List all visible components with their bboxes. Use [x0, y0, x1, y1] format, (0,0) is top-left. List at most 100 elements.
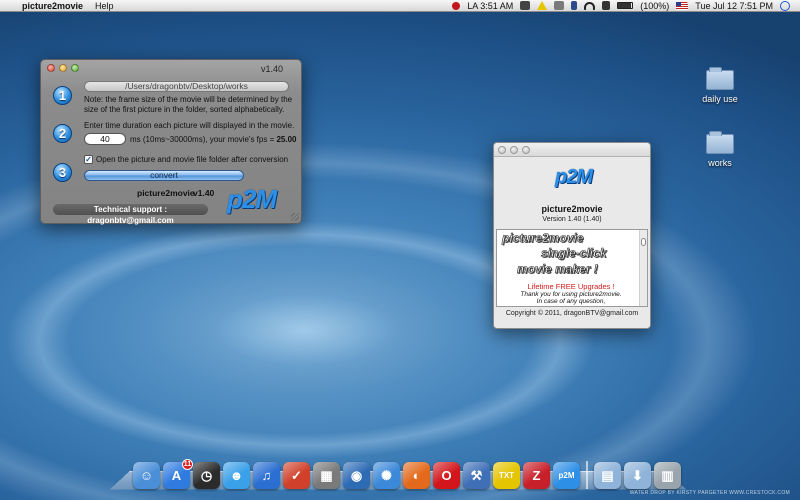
resize-grip-icon[interactable] [291, 213, 299, 221]
main-window: v1.40 1 2 3 /Users/dragonbtv/Desktop/wor… [40, 59, 302, 225]
warning-icon[interactable] [537, 1, 548, 10]
dock-glyph: ▤ [601, 467, 614, 483]
dock-glyph: p2M [558, 471, 575, 480]
dock: ☺ A 11 ◷ ☻ ♫ ✓ ▦ ◉ ✺ ◐ O ⚒ TXT Zp2M ▤ ⬇ ▥ [133, 459, 681, 489]
step-1-icon: 1 [53, 86, 72, 105]
globe-icon[interactable]: ◉ [343, 462, 370, 489]
menu-clock[interactable]: Tue Jul 12 7:51 PM [695, 0, 773, 12]
notification-badge: 11 [182, 459, 193, 470]
copyright-text: Copyright © 2011, dragonBTV@gmail.com [505, 310, 639, 317]
menu-app-name[interactable]: picture2movie [22, 0, 83, 12]
about-credits-box[interactable]: picture2movie single-click movie maker !… [496, 229, 648, 307]
folder-path-field[interactable]: /Users/dragonbtv/Desktop/works [84, 81, 289, 92]
time-machine-icon[interactable] [554, 1, 565, 10]
dock-glyph: ▦ [320, 467, 333, 483]
txt-icon[interactable]: TXT [493, 462, 520, 489]
battery-icon[interactable] [617, 2, 634, 9]
scrollbar-thumb[interactable] [641, 238, 646, 246]
wallpaper-credit: WATER DROP BY KIRSTY PARGETER WWW.CRESTO… [629, 490, 790, 496]
fps-value: 25.00 [276, 135, 297, 144]
compass-icon[interactable]: ✺ [373, 462, 400, 489]
dock-glyph: ⚒ [470, 467, 483, 483]
photo-icon[interactable]: ▦ [313, 462, 340, 489]
firefox-icon[interactable]: ◐ [403, 462, 430, 489]
battery-percent[interactable]: (100%) [640, 0, 669, 12]
world-clock-icon[interactable] [452, 1, 461, 10]
close-button[interactable] [498, 146, 506, 154]
app-version: v1.40 [193, 188, 215, 198]
dock-glyph: ☺ [139, 468, 154, 483]
marquee-line-2: single-click [541, 246, 607, 261]
opera-icon[interactable]: O [433, 462, 460, 489]
menu-help[interactable]: Help [95, 0, 114, 12]
dock-glyph: ◷ [200, 467, 213, 483]
script-menu-icon[interactable] [520, 1, 531, 10]
p2m-logo: p2M [227, 184, 277, 214]
spotlight-icon[interactable] [780, 0, 790, 11]
finder-icon[interactable]: ☺ [133, 462, 160, 489]
convert-button[interactable]: convert [84, 170, 244, 181]
window-controls [47, 64, 79, 72]
folder-icon [706, 131, 734, 154]
contact-line: In case of any question, [536, 298, 606, 305]
dock-glyph: ☻ [229, 468, 244, 483]
folder-icon[interactable]: ▤ [594, 462, 621, 489]
minimize-button[interactable] [59, 64, 67, 72]
dock-separator [586, 461, 588, 489]
minimize-button[interactable] [510, 146, 518, 154]
duration-hint: ms (10ms~30000ms), your movie's fps = [130, 135, 277, 144]
about-p2m-logo: p2M [555, 166, 593, 188]
open-folder-label[interactable]: Open the picture and movie file folder a… [96, 155, 288, 164]
credits-scrollbar[interactable] [639, 230, 647, 306]
open-folder-checkbox[interactable]: ✓ [84, 155, 93, 164]
about-window: p2M picture2movie Version 1.40 (1.40) pi… [493, 142, 651, 329]
download-folder-icon[interactable]: ⬇ [624, 462, 651, 489]
thanks-text: Thank you for using picture2movie. In ca… [497, 291, 645, 305]
marquee-line-3: movie maker ! [517, 262, 598, 277]
menu-extras: LA 3:51 AM (100%) Tue Jul 12 7:51 PM [452, 0, 800, 12]
dock-glyph: ◉ [350, 467, 363, 483]
app-store-icon[interactable]: A 11 [163, 459, 193, 489]
step-3-icon: 3 [53, 163, 72, 182]
us-flag-icon[interactable] [676, 1, 689, 10]
bluetooth-icon[interactable] [571, 1, 578, 10]
z-icon[interactable]: Z [523, 462, 550, 489]
thanks-line: Thank you for using picture2movie. [520, 291, 622, 298]
desktop-folder-daily-use[interactable]: daily use [690, 67, 750, 104]
technical-support-label: Technical support : dragonbtv@gmail.com [53, 204, 208, 225]
itunes-icon[interactable]: ♫ [253, 462, 280, 489]
close-button[interactable] [47, 64, 55, 72]
desktop-folder-works[interactable]: works [690, 131, 750, 168]
desktop-icon-label: works [708, 158, 732, 168]
dock-glyph: ✺ [381, 467, 392, 483]
marquee-line-1: picture2movie [502, 231, 584, 246]
dock-glyph: A [171, 468, 182, 483]
ichat-icon[interactable]: ☻ [223, 462, 250, 489]
step-2-icon: 2 [53, 124, 72, 143]
about-app-name: picture2movie [541, 204, 603, 214]
volume-icon[interactable] [602, 1, 611, 10]
menu-bar: picture2movie Help LA 3:51 AM (100%) Tue… [0, 0, 800, 12]
world-clock-text[interactable]: LA 3:51 AM [467, 0, 513, 12]
dock-glyph: ⬇ [632, 467, 643, 483]
dock-glyph: ▥ [661, 467, 674, 483]
window-version: v1.40 [260, 64, 283, 74]
hammer-icon[interactable]: ⚒ [463, 462, 490, 489]
folder-icon [706, 67, 734, 90]
trash-icon[interactable]: ▥ [654, 462, 681, 489]
about-version: Version 1.40 (1.40) [542, 216, 602, 223]
calendar-icon[interactable]: ✓ [283, 462, 310, 489]
p2m-icon[interactable]: p2M [553, 462, 580, 489]
wifi-icon[interactable] [584, 1, 596, 10]
dock-glyph: TXT [498, 471, 515, 480]
zoom-button[interactable] [522, 146, 530, 154]
app-title: picture2movie [137, 188, 195, 198]
duration-prompt: Enter time duration each picture will di… [84, 121, 295, 130]
dock-glyph: ✓ [291, 467, 302, 483]
dock-glyph: Z [532, 468, 541, 483]
duration-input[interactable]: 40 [84, 133, 126, 145]
dashboard-icon[interactable]: ◷ [193, 462, 220, 489]
desktop-icon-label: daily use [702, 94, 738, 104]
zoom-button[interactable] [71, 64, 79, 72]
lifetime-upgrades-text: Lifetime FREE Upgrades ! [527, 282, 615, 291]
